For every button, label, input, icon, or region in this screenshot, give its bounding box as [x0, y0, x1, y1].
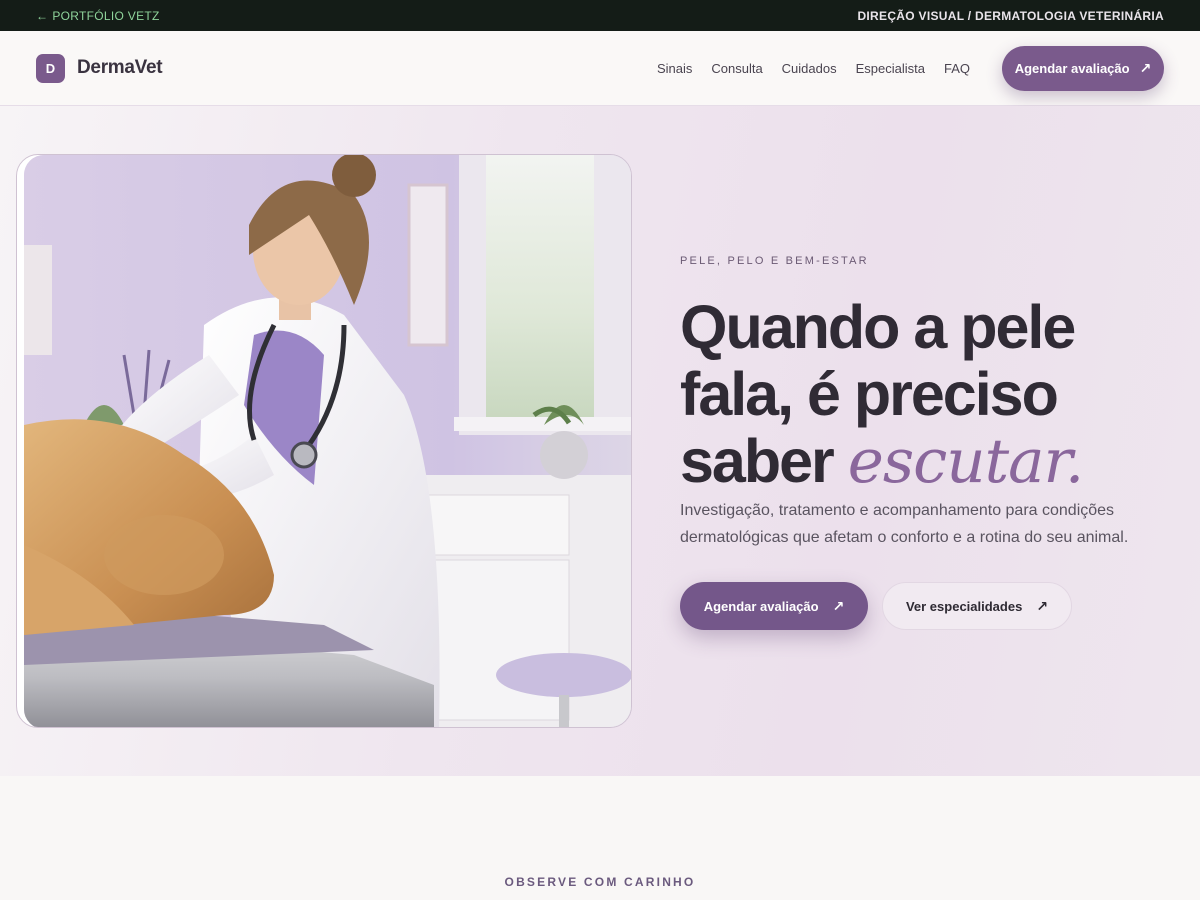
header-schedule-button[interactable]: Agendar avaliação ↗ [1002, 45, 1164, 91]
nav-item-cuidados[interactable]: Cuidados [782, 61, 837, 76]
site-header: D DermaVet Sinais Consulta Cuidados Espe… [0, 31, 1200, 106]
nav-item-especialista[interactable]: Especialista [856, 61, 925, 76]
arrow-up-right-icon: ↗ [832, 598, 845, 614]
brand-logo: D [36, 53, 65, 83]
hero-section: PELE, PELO E BEM-ESTAR Quando a pele fal… [0, 106, 1200, 776]
hero-image-frame [16, 154, 632, 728]
hero-lead: Investigação, tratamento e acompanhament… [680, 502, 1129, 546]
hero-headline: Quando a pele fala, é preciso saber escu… [680, 294, 1150, 497]
hero-headline-accent: escutar. [847, 426, 1085, 497]
back-to-portfolio-label: PORTFÓLIO VETZ [52, 8, 160, 23]
vet-examining-dog-illustration [24, 155, 631, 727]
nav-item-sinais[interactable]: Sinais [657, 61, 692, 76]
hero-schedule-button[interactable]: Agendar avaliação ↗ [680, 582, 868, 630]
brand[interactable]: D DermaVet [36, 53, 163, 83]
arrow-up-right-icon: ↗ [1036, 598, 1049, 614]
main-nav: Sinais Consulta Cuidados Especialista FA… [657, 61, 970, 76]
project-label: DIREÇÃO VISUAL / DERMATOLOGIA VETERINÁRI… [857, 8, 1164, 23]
arrow-left-icon: ← [36, 8, 49, 23]
hero-schedule-label: Agendar avaliação [703, 598, 819, 614]
hero-specialties-button[interactable]: Ver especialidades ↗ [882, 582, 1072, 630]
back-to-portfolio-link[interactable]: ← PORTFÓLIO VETZ [36, 9, 160, 23]
hero-eyebrow: PELE, PELO E BEM-ESTAR [680, 255, 869, 267]
arrow-up-right-icon: ↗ [1139, 60, 1152, 76]
top-bar: ← PORTFÓLIO VETZ DIREÇÃO VISUAL / DERMAT… [0, 0, 1200, 31]
hero-image [24, 155, 631, 727]
header-schedule-label: Agendar avaliação [1014, 60, 1130, 76]
nav-item-faq[interactable]: FAQ [944, 61, 970, 76]
nav-item-consulta[interactable]: Consulta [711, 61, 762, 76]
brand-name: DermaVet [77, 57, 163, 78]
section-eyebrow: OBSERVE COM CARINHO [504, 875, 696, 889]
hero-specialties-label: Ver especialidades [905, 598, 1023, 614]
